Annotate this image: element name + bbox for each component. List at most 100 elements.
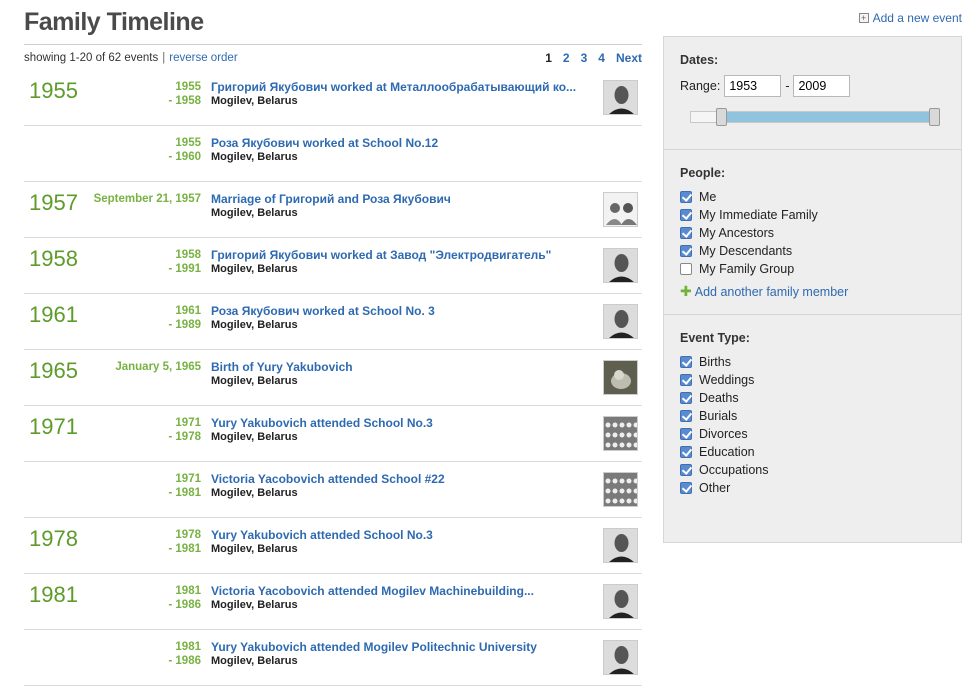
event-title-link[interactable]: Birth of Yury Yakubovich	[211, 360, 591, 374]
event-type-filter: Event Type: Births Weddings Deaths Burials D…	[664, 315, 961, 511]
event-title-link[interactable]: Marriage of Григорий and Роза Якубович	[211, 192, 591, 206]
event-title-link[interactable]: Yury Yakubovich attended School No.3	[211, 416, 591, 430]
filter-option-my-descendants[interactable]: My Descendants	[680, 242, 945, 260]
event-description: Yury Yakubovich attended School No.3 Mogi…	[211, 528, 591, 556]
checkbox-my-ancestors[interactable]	[680, 227, 692, 239]
checkbox-weddings[interactable]	[680, 374, 692, 386]
event-place: Mogilev, Belarus	[211, 319, 298, 331]
event-end-date: - 1989	[168, 319, 201, 331]
page-link-1[interactable]: 1	[545, 51, 552, 65]
filter-option-burials[interactable]: Burials	[680, 407, 945, 425]
event-photo[interactable]	[603, 80, 638, 115]
event-title-link[interactable]: Григорий Якубович worked at Завод "Элект…	[211, 248, 591, 262]
event-end-date: - 1978	[168, 431, 201, 443]
checkbox-my-immediate-family[interactable]	[680, 209, 692, 221]
filter-option-my-family-group[interactable]: My Family Group	[680, 260, 945, 278]
timeline-list: 1955 1955 - 1958 Григорий Якубович worked a…	[24, 70, 642, 686]
event-title-link[interactable]: Григорий Якубович worked at Металлообраб…	[211, 80, 591, 94]
checkbox-divorces[interactable]	[680, 428, 692, 440]
option-label: My Family Group	[699, 262, 795, 276]
reverse-order-link[interactable]: reverse order	[169, 52, 237, 64]
option-label: Divorces	[699, 427, 748, 441]
range-to-input[interactable]	[793, 75, 851, 97]
option-label: Births	[699, 355, 731, 369]
checkbox-education[interactable]	[680, 446, 692, 458]
event-start-date: 1981	[175, 585, 201, 597]
add-family-member-link[interactable]: ✚ Add another family member	[680, 283, 945, 300]
event-title-link[interactable]: Роза Якубович worked at School No.12	[211, 136, 591, 150]
event-title-link[interactable]: Yury Yakubovich attended School No.3	[211, 528, 591, 542]
people-checkbox-list: Me My Immediate Family My Ancestors My Desc…	[680, 188, 945, 278]
range-from-input[interactable]	[724, 75, 782, 97]
event-photo[interactable]	[603, 248, 638, 283]
filter-option-births[interactable]: Births	[680, 353, 945, 371]
event-description: Victoria Yacobovich attended Mogilev Mac…	[211, 584, 591, 612]
event-place: Mogilev, Belarus	[211, 543, 298, 555]
slider-handle-start[interactable]	[716, 108, 727, 126]
event-title-link[interactable]: Роза Якубович worked at School No. 3	[211, 304, 591, 318]
filter-option-me[interactable]: Me	[680, 188, 945, 206]
event-photo[interactable]	[603, 472, 638, 507]
filter-option-my-ancestors[interactable]: My Ancestors	[680, 224, 945, 242]
range-label: Range:	[680, 79, 721, 93]
summary-bar: showing 1-20 of 62 events | reverse orde…	[24, 50, 642, 66]
event-end-date: - 1960	[168, 151, 201, 163]
checkbox-deaths[interactable]	[680, 392, 692, 404]
event-start-date: January 5, 1965	[115, 361, 201, 373]
timeline-event-row: 1958 1958 - 1991 Григорий Якубович worked a…	[24, 238, 642, 294]
header-divider	[24, 44, 642, 45]
option-label: Burials	[699, 409, 738, 423]
checkbox-other[interactable]	[680, 482, 692, 494]
page-link-4[interactable]: 4	[598, 51, 605, 65]
filter-option-weddings[interactable]: Weddings	[680, 371, 945, 389]
filter-option-occupations[interactable]: Occupations	[680, 461, 945, 479]
event-start-date: 1955	[175, 81, 201, 93]
event-title-link[interactable]: Yury Yakubovich attended Mogilev Politec…	[211, 640, 591, 654]
event-photo[interactable]	[603, 584, 638, 619]
event-photo[interactable]	[603, 304, 638, 339]
event-end-date: - 1991	[168, 263, 201, 275]
event-photo[interactable]	[603, 640, 638, 675]
checkbox-my-family-group[interactable]	[680, 263, 692, 275]
timeline-event-row: 1955 - 1960 Роза Якубович worked at School…	[24, 126, 642, 182]
event-start-date: 1961	[175, 305, 201, 317]
events-count-text: showing 1-20 of 62 events	[24, 52, 159, 64]
filter-option-other[interactable]: Other	[680, 479, 945, 497]
timeline-event-row: 1965 January 5, 1965 Birth of Yury Yakubov…	[24, 350, 642, 406]
event-year: 1955	[29, 78, 78, 103]
event-description: Роза Якубович worked at School No. 3 Mogi…	[211, 304, 591, 332]
event-start-date: 1971	[175, 473, 201, 485]
checkbox-occupations[interactable]	[680, 464, 692, 476]
summary-separator: |	[162, 52, 166, 64]
filter-option-education[interactable]: Education	[680, 443, 945, 461]
event-photo[interactable]	[603, 192, 638, 227]
option-label: Occupations	[699, 463, 769, 477]
date-range-slider[interactable]	[690, 108, 940, 126]
checkbox-births[interactable]	[680, 356, 692, 368]
filter-option-divorces[interactable]: Divorces	[680, 425, 945, 443]
event-photo[interactable]	[603, 528, 638, 563]
next-page-link[interactable]: Next	[616, 51, 642, 65]
add-new-event-link[interactable]: + Add a new event	[858, 11, 962, 25]
timeline-event-row: 1961 1961 - 1989 Роза Якубович worked at Sc…	[24, 294, 642, 350]
page-link-2[interactable]: 2	[563, 51, 570, 65]
checkbox-my-descendants[interactable]	[680, 245, 692, 257]
filter-option-deaths[interactable]: Deaths	[680, 389, 945, 407]
event-photo[interactable]	[603, 360, 638, 395]
checkbox-me[interactable]	[680, 191, 692, 203]
option-label: My Immediate Family	[699, 208, 818, 222]
event-dates: 1955 - 1958	[168, 80, 201, 108]
slider-handle-end[interactable]	[929, 108, 940, 126]
filter-option-my-immediate-family[interactable]: My Immediate Family	[680, 206, 945, 224]
checkbox-burials[interactable]	[680, 410, 692, 422]
page-link-3[interactable]: 3	[581, 51, 588, 65]
event-place: Mogilev, Belarus	[211, 151, 298, 163]
plus-box-icon: +	[858, 13, 869, 23]
option-label: My Ancestors	[699, 226, 775, 240]
event-dates: 1971 - 1978	[168, 416, 201, 444]
event-title-link[interactable]: Victoria Yacobovich attended Mogilev Mac…	[211, 584, 591, 598]
people-filter: People: Me My Immediate Family My Ancestor…	[664, 150, 961, 315]
event-description: Yury Yakubovich attended Mogilev Politec…	[211, 640, 591, 668]
event-title-link[interactable]: Victoria Yacobovich attended School #22	[211, 472, 591, 486]
event-photo[interactable]	[603, 416, 638, 451]
